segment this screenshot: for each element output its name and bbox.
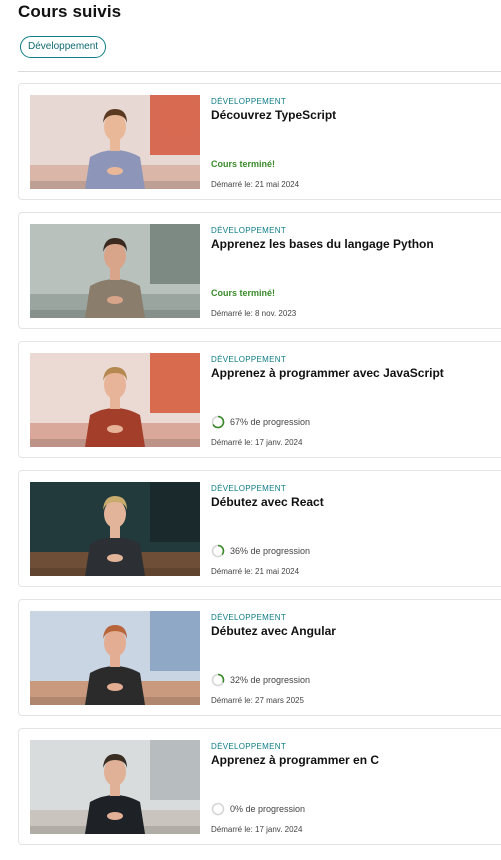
progress-indicator: 32% de progression	[211, 673, 310, 687]
course-thumbnail[interactable]	[30, 611, 200, 705]
course-title[interactable]: Apprenez à programmer en C	[211, 753, 379, 767]
progress-ring-icon	[211, 544, 225, 558]
course-thumbnail[interactable]	[30, 740, 200, 834]
instructor-image	[30, 611, 200, 705]
instructor-image	[30, 482, 200, 576]
course-card-6[interactable]: DÉVELOPPEMENT Apprenez à programmer en C…	[18, 728, 501, 845]
filter-chip-developpement[interactable]: Développement	[20, 36, 107, 58]
course-thumbnail[interactable]	[30, 224, 200, 318]
progress-text: 36% de progression	[230, 546, 311, 556]
progress-text: 32% de progression	[230, 675, 311, 685]
progress-text: 0% de progression	[230, 804, 306, 814]
course-category: DÉVELOPPEMENT	[211, 613, 287, 622]
course-category: DÉVELOPPEMENT	[211, 226, 287, 235]
instructor-image	[30, 95, 200, 189]
course-thumbnail[interactable]	[30, 482, 200, 576]
started-date: Démarré le: 17 janv. 2024	[211, 438, 303, 447]
course-category: DÉVELOPPEMENT	[211, 742, 287, 751]
instructor-image	[30, 740, 200, 834]
progress-indicator: 0% de progression	[211, 802, 305, 816]
divider	[18, 71, 501, 72]
course-title[interactable]: Débutez avec Angular	[211, 624, 336, 638]
instructor-image	[30, 353, 200, 447]
course-thumbnail[interactable]	[30, 353, 200, 447]
course-title[interactable]: Débutez avec React	[211, 495, 324, 509]
progress-ring-icon	[211, 415, 225, 429]
progress-ring-icon	[211, 802, 225, 816]
progress-indicator: 67% de progression	[211, 415, 310, 429]
instructor-image	[30, 224, 200, 318]
started-date: Démarré le: 27 mars 2025	[211, 696, 304, 705]
course-title[interactable]: Apprenez les bases du langage Python	[211, 237, 434, 251]
course-card-2[interactable]: DÉVELOPPEMENT Apprenez les bases du lang…	[18, 212, 501, 329]
started-date: Démarré le: 21 mai 2024	[211, 180, 300, 189]
status-completed: Cours terminé!	[211, 159, 276, 169]
course-thumbnail[interactable]	[30, 95, 200, 189]
course-card-4[interactable]: DÉVELOPPEMENT Débutez avec React 36% de …	[18, 470, 501, 587]
started-date: Démarré le: 8 nov. 2023	[211, 309, 297, 318]
course-card-1[interactable]: DÉVELOPPEMENT Découvrez TypeScript Cours…	[18, 83, 501, 200]
course-card-3[interactable]: DÉVELOPPEMENT Apprenez à programmer avec…	[18, 341, 501, 458]
course-category: DÉVELOPPEMENT	[211, 97, 287, 106]
course-title[interactable]: Apprenez à programmer avec JavaScript	[211, 366, 444, 380]
course-card-5[interactable]: DÉVELOPPEMENT Débutez avec Angular 32% d…	[18, 599, 501, 716]
course-category: DÉVELOPPEMENT	[211, 355, 287, 364]
progress-indicator: 36% de progression	[211, 544, 310, 558]
progress-text: 67% de progression	[230, 417, 311, 427]
course-category: DÉVELOPPEMENT	[211, 484, 287, 493]
started-date: Démarré le: 17 janv. 2024	[211, 825, 303, 834]
page-title: Cours suivis	[18, 2, 122, 21]
course-list: DÉVELOPPEMENT Découvrez TypeScript Cours…	[18, 83, 501, 857]
started-date: Démarré le: 21 mai 2024	[211, 567, 300, 576]
status-completed: Cours terminé!	[211, 288, 276, 298]
progress-ring-icon	[211, 673, 225, 687]
course-title[interactable]: Découvrez TypeScript	[211, 108, 336, 122]
